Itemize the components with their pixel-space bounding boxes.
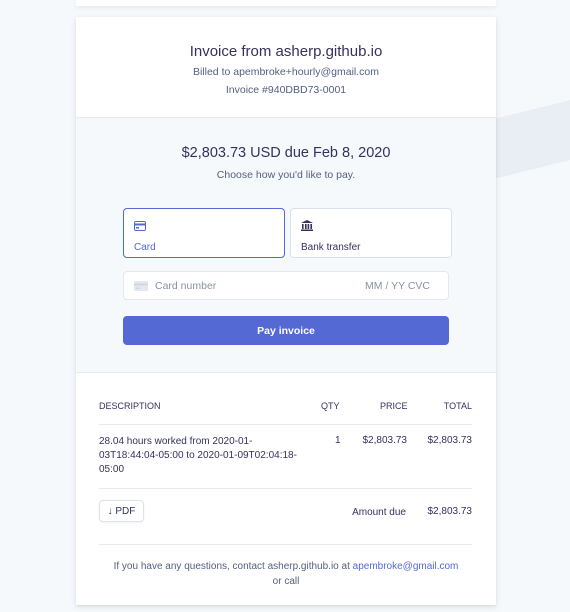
contact-suffix: or call bbox=[272, 576, 300, 587]
invoice-header: Invoice from asherp.github.io Billed to … bbox=[76, 17, 496, 118]
card-field-icon bbox=[134, 281, 148, 294]
download-pdf-button[interactable]: ↓ PDF bbox=[99, 500, 144, 522]
contact-email-link[interactable]: apembroke@gmail.com bbox=[353, 561, 459, 572]
bank-icon bbox=[301, 218, 313, 235]
pay-invoice-button[interactable]: Pay invoice bbox=[123, 316, 449, 345]
invoice-title: Invoice from asherp.github.io bbox=[189, 43, 383, 60]
amount-due-heading: $2,803.73 USD due Feb 8, 2020 bbox=[181, 145, 391, 161]
payment-methods: Card Bank transfer bbox=[123, 208, 455, 258]
amount-due-label: Amount due bbox=[352, 507, 406, 518]
row-total: $2,803.73 bbox=[427, 435, 473, 446]
billed-to: Billed to apembroke+hourly@gmail.com bbox=[192, 66, 380, 78]
amount-due-value: $2,803.73 bbox=[427, 506, 473, 517]
pdf-label: PDF bbox=[115, 505, 136, 517]
col-description: DESCRIPTION bbox=[99, 401, 161, 411]
card-number-placeholder: Card number bbox=[155, 280, 217, 292]
method-bank-label: Bank transfer bbox=[301, 242, 361, 253]
arrow-down-icon: ↓ bbox=[107, 505, 113, 517]
col-qty: QTY bbox=[321, 401, 340, 411]
invoice-card: Invoice from asherp.github.io Billed to … bbox=[76, 17, 496, 605]
contact-prefix: If you have any questions, contact asher… bbox=[113, 561, 353, 572]
method-bank-transfer[interactable]: Bank transfer bbox=[290, 208, 452, 258]
contact-info: If you have any questions, contact asher… bbox=[76, 559, 496, 589]
table-row: 28.04 hours worked from 2020-01-03T18:44… bbox=[99, 425, 472, 489]
table-header: DESCRIPTION QTY PRICE TOTAL bbox=[99, 390, 472, 425]
method-card-label: Card bbox=[134, 242, 156, 253]
col-price: PRICE bbox=[380, 401, 408, 411]
invoice-table: DESCRIPTION QTY PRICE TOTAL 28.04 hours … bbox=[99, 390, 472, 545]
row-price: $2,803.73 bbox=[362, 435, 408, 446]
background-card-edge bbox=[76, 0, 496, 6]
method-card[interactable]: Card bbox=[123, 208, 285, 258]
col-total: TOTAL bbox=[443, 401, 472, 411]
table-footer: ↓ PDF Amount due $2,803.73 bbox=[99, 489, 472, 545]
row-description: 28.04 hours worked from 2020-01-03T18:44… bbox=[99, 436, 297, 475]
card-input-field[interactable]: Card number MM / YY CVC bbox=[123, 271, 449, 300]
row-qty: 1 bbox=[335, 435, 341, 446]
expiry-cvc-placeholder: MM / YY CVC bbox=[365, 280, 430, 292]
choose-payment-text: Choose how you'd like to pay. bbox=[216, 169, 356, 181]
invoice-number: Invoice #940DBD73-0001 bbox=[225, 84, 347, 96]
credit-card-icon bbox=[134, 218, 146, 235]
